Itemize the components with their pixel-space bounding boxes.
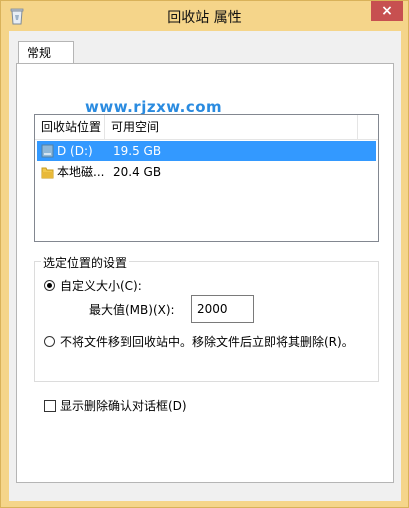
- list-item[interactable]: D (D:) 19.5 GB: [37, 141, 376, 161]
- column-header-location[interactable]: 回收站位置: [35, 115, 105, 139]
- custom-size-radio[interactable]: [44, 280, 55, 291]
- confirm-delete-label: 显示删除确认对话框(D): [60, 399, 187, 413]
- list-item-free-space: 20.4 GB: [113, 165, 162, 179]
- max-size-input[interactable]: [191, 295, 254, 323]
- drive-icon: [41, 144, 54, 158]
- tab-panel-general: www.rjzxw.com 回收站位置 可用空间 D (D:) 19.5 GB: [16, 63, 394, 483]
- list-header: 回收站位置 可用空间: [35, 115, 378, 140]
- radio-selected-dot: [47, 283, 52, 288]
- properties-window: 回收站 属性 × 常规 www.rjzxw.com 回收站位置 可用空间 D (…: [0, 0, 409, 508]
- max-size-label: 最大值(MB)(X):: [89, 303, 175, 317]
- recycle-location-list[interactable]: 回收站位置 可用空间 D (D:) 19.5 GB 本地磁... 20.4 GB: [34, 114, 379, 242]
- no-move-label: 不将文件移到回收站中。移除文件后立即将其删除(R)。: [60, 335, 354, 349]
- tab-general[interactable]: 常规: [18, 41, 74, 63]
- list-item-free-space: 19.5 GB: [113, 144, 162, 158]
- close-button[interactable]: ×: [371, 1, 403, 21]
- confirm-delete-checkbox[interactable]: [44, 400, 56, 412]
- window-title: 回收站 属性: [167, 10, 242, 26]
- no-move-radio[interactable]: [44, 336, 55, 347]
- list-item-location: 本地磁...: [57, 165, 105, 179]
- title-bar[interactable]: 回收站 属性 ×: [1, 1, 408, 31]
- dialog-client-area: 常规 www.rjzxw.com 回收站位置 可用空间 D (D:) 19.5 …: [9, 31, 401, 501]
- list-item-location: D (D:): [57, 144, 93, 158]
- folder-drive-icon: [41, 167, 54, 179]
- column-header-free-space[interactable]: 可用空间: [105, 115, 358, 139]
- list-item[interactable]: 本地磁... 20.4 GB: [37, 162, 376, 182]
- group-label: 选定位置的设置: [41, 254, 130, 271]
- custom-size-label: 自定义大小(C):: [60, 279, 142, 293]
